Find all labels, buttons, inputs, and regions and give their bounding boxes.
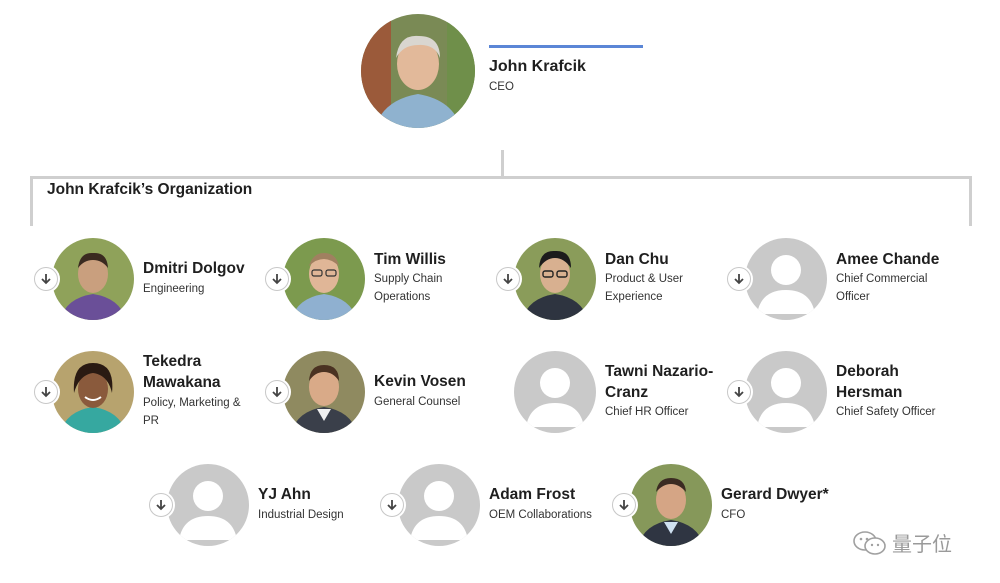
person-title: Engineering xyxy=(143,283,205,295)
ceo-photo xyxy=(361,14,475,128)
person-name-line1: Deborah xyxy=(836,363,899,380)
expand-button[interactable] xyxy=(34,380,58,404)
person-name-line2: Cranz xyxy=(605,384,649,401)
arrow-down-icon xyxy=(272,387,282,398)
person-name: Dmitri Dolgov xyxy=(143,260,245,277)
user-silhouette-icon xyxy=(514,351,596,433)
avatar-photo xyxy=(283,351,365,433)
person-title: Chief HR Officer xyxy=(605,406,689,418)
person-title-line1: Policy, Marketing & xyxy=(143,397,241,409)
person-title-line2: Operations xyxy=(374,291,431,303)
user-silhouette-icon xyxy=(167,464,249,546)
ceo-title: CEO xyxy=(489,81,514,93)
user-silhouette-icon xyxy=(745,351,827,433)
wechat-icon xyxy=(853,530,886,555)
expand-button[interactable] xyxy=(34,267,58,291)
person-name: Adam Frost xyxy=(489,486,576,503)
person-title: General Counsel xyxy=(374,396,461,408)
person-name: Dan Chu xyxy=(605,251,669,268)
avatar-photo xyxy=(52,351,134,433)
expand-button[interactable] xyxy=(612,493,636,517)
org-title: John Krafcik’s Organization xyxy=(47,181,253,198)
expand-button[interactable] xyxy=(265,380,289,404)
avatar-photo xyxy=(630,464,712,546)
arrow-down-icon xyxy=(619,500,629,511)
avatar-photo xyxy=(52,238,134,320)
person-name-line2: Hersman xyxy=(836,384,903,401)
arrow-down-icon xyxy=(156,500,166,511)
person-name: Tim Willis xyxy=(374,251,446,268)
avatar-placeholder xyxy=(745,238,827,320)
ceo-accent-bar xyxy=(489,45,643,48)
arrow-down-icon xyxy=(41,387,51,398)
person-name-line1: Tawni Nazario- xyxy=(605,363,714,380)
arrow-down-icon xyxy=(734,387,744,398)
person-title-line2: Officer xyxy=(836,291,870,303)
person-title-line1: Supply Chain xyxy=(374,273,443,285)
expand-button[interactable] xyxy=(380,493,404,517)
avatar-placeholder xyxy=(167,464,249,546)
expand-button[interactable] xyxy=(727,267,751,291)
person-name: Kevin Vosen xyxy=(374,373,466,390)
arrow-down-icon xyxy=(734,274,744,285)
person-title-line2: Experience xyxy=(605,291,663,303)
person-name: Amee Chande xyxy=(836,251,940,268)
person-title: CFO xyxy=(721,509,746,521)
arrow-down-icon xyxy=(503,274,513,285)
person-title: OEM Collaborations xyxy=(489,509,592,521)
expand-button[interactable] xyxy=(149,493,173,517)
user-silhouette-icon xyxy=(745,238,827,320)
avatar-placeholder xyxy=(398,464,480,546)
avatar-photo xyxy=(283,238,365,320)
watermark: 量子位 xyxy=(852,528,952,557)
connector-line xyxy=(501,150,504,178)
person-title-line1: Chief Commercial xyxy=(836,273,928,285)
expand-button[interactable] xyxy=(265,267,289,291)
watermark-text: 量子位 xyxy=(892,534,952,556)
arrow-down-icon xyxy=(41,274,51,285)
person-title: Industrial Design xyxy=(258,509,344,521)
expand-button[interactable] xyxy=(496,267,520,291)
arrow-down-icon xyxy=(272,274,282,285)
person-name: YJ Ahn xyxy=(258,486,311,503)
person-title-line2: PR xyxy=(143,415,159,427)
ceo-name: John Krafcik xyxy=(489,58,586,75)
avatar-placeholder xyxy=(514,351,596,433)
avatar-photo xyxy=(514,238,596,320)
avatar-placeholder xyxy=(745,351,827,433)
person-name: Gerard Dwyer* xyxy=(721,486,829,503)
person-name-line1: Tekedra xyxy=(143,353,202,370)
user-silhouette-icon xyxy=(398,464,480,546)
expand-button[interactable] xyxy=(727,380,751,404)
person-title-line1: Product & User xyxy=(605,273,683,285)
person-title: Chief Safety Officer xyxy=(836,406,936,418)
person-name-line2: Mawakana xyxy=(143,374,221,391)
arrow-down-icon xyxy=(387,500,397,511)
